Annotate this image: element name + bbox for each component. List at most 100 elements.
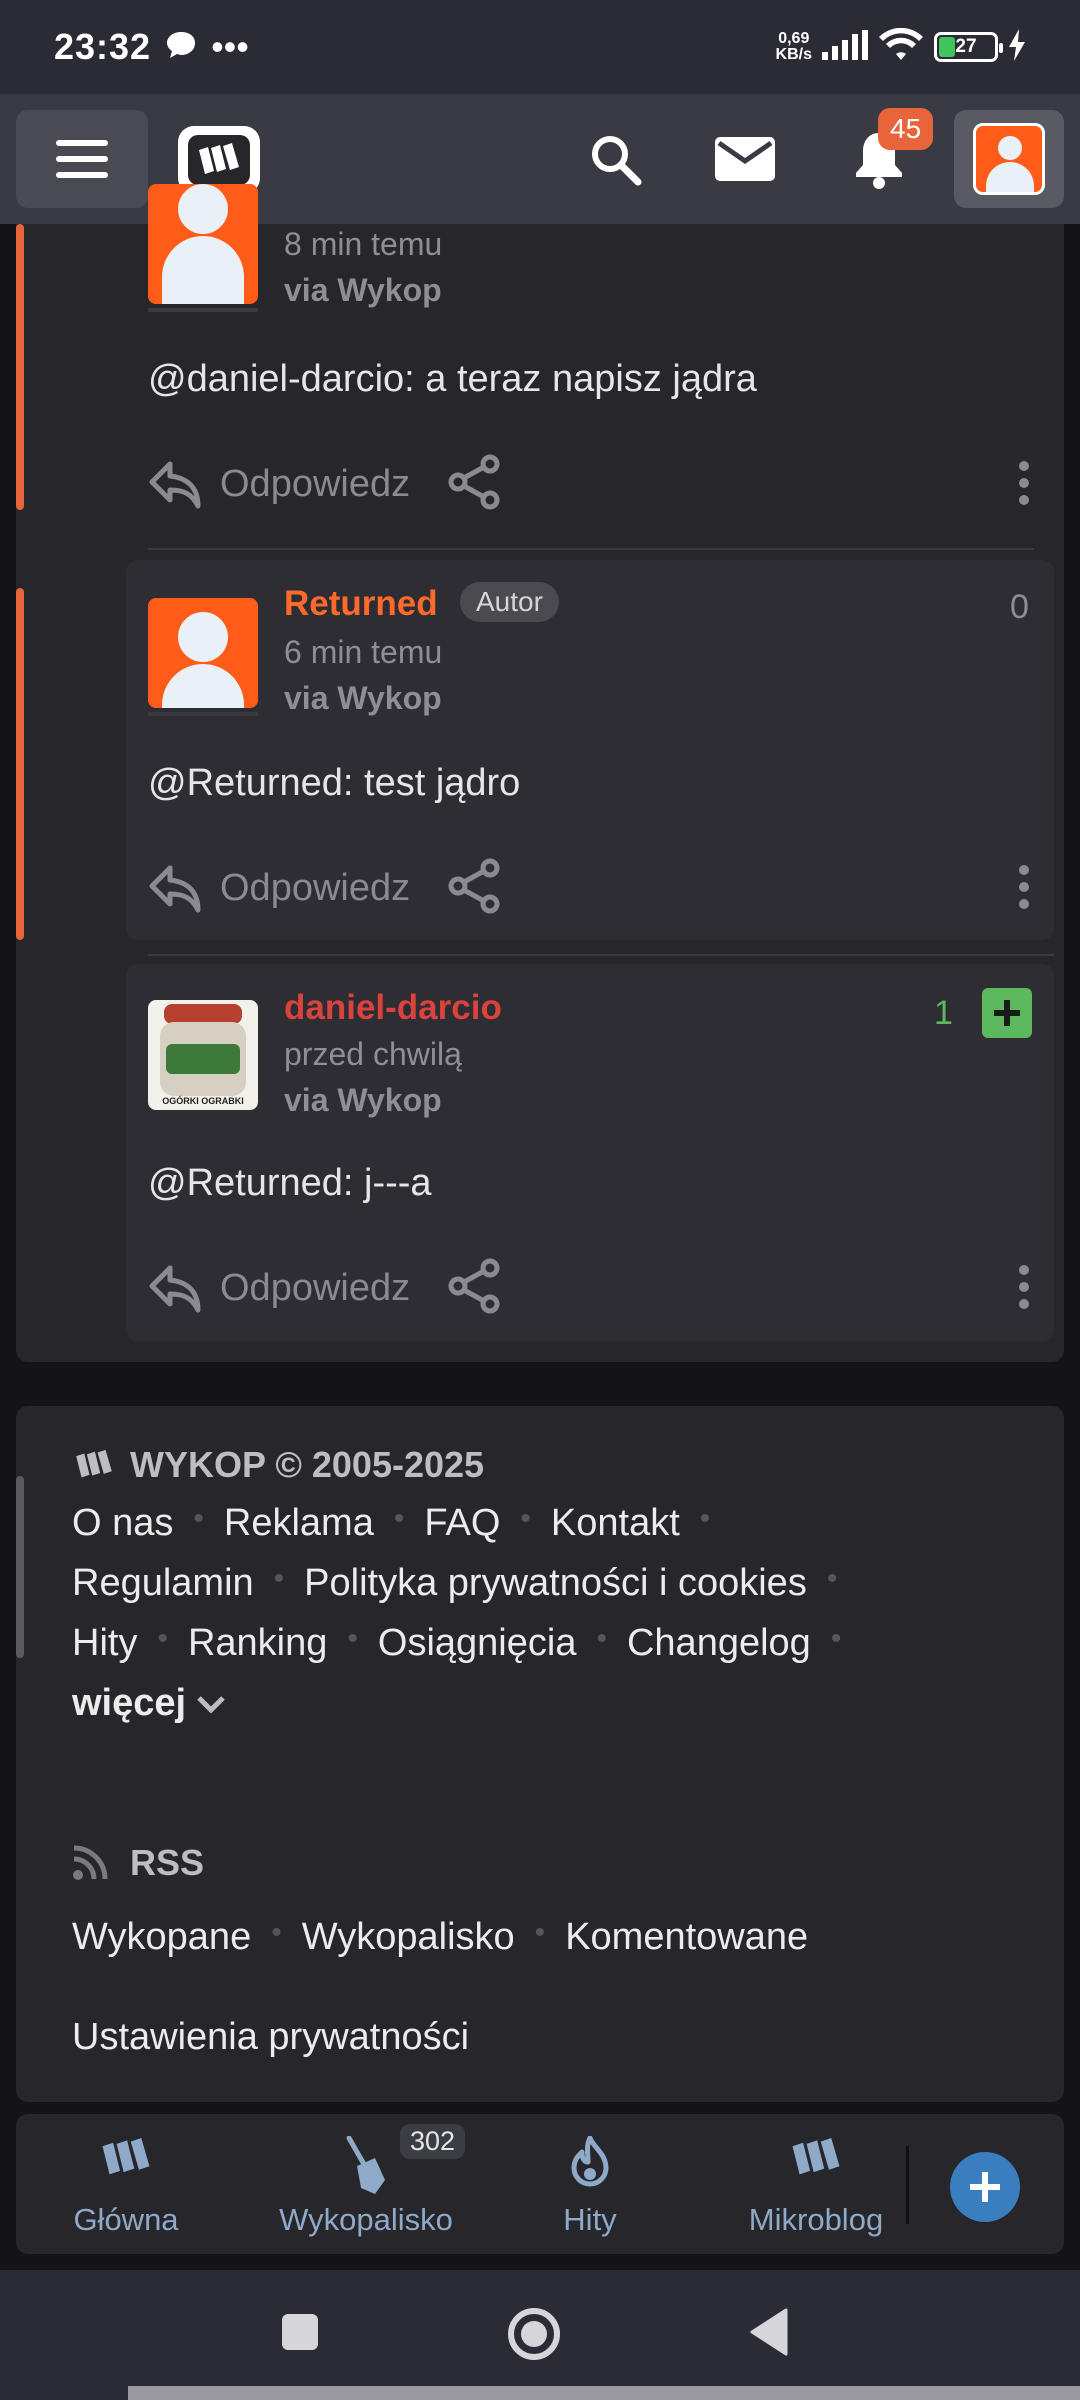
bottom-navigation: Główna 302 Wykopalisko Hity Mikroblog xyxy=(16,2114,1064,2254)
messages-button[interactable] xyxy=(708,122,782,196)
footer-link-hity[interactable]: Hity xyxy=(72,1622,137,1665)
share-icon xyxy=(448,454,500,510)
search-icon xyxy=(592,136,642,186)
more-options-icon[interactable] xyxy=(1018,460,1030,511)
reply-icon xyxy=(148,461,201,508)
wykop-logo-icon xyxy=(102,2138,150,2175)
chat-bubble-icon xyxy=(165,30,197,65)
rss-link-wykopalisko[interactable]: Wykopalisko xyxy=(302,1916,515,1959)
footer-link-ads[interactable]: Reklama xyxy=(224,1502,374,1545)
comment-text: @Returned: j---a xyxy=(148,1162,432,1204)
nav-item-wykopalisko[interactable]: 302 Wykopalisko xyxy=(256,2114,476,2254)
reply-button[interactable]: Odpowiedz xyxy=(148,864,410,914)
comment-time: przed chwilą xyxy=(284,1036,462,1072)
rss-icon xyxy=(73,1845,108,1880)
square-icon xyxy=(282,2314,318,2350)
charging-icon xyxy=(1008,28,1026,66)
footer-more-button[interactable]: więcej xyxy=(72,1682,226,1725)
comment-actions: Odpowiedz xyxy=(148,858,502,919)
upvote-button[interactable] xyxy=(982,988,1032,1038)
share-button[interactable] xyxy=(446,454,502,515)
footer-link-achievements[interactable]: Osiągnięcia xyxy=(378,1622,577,1665)
mikroblog-icon xyxy=(792,2138,840,2175)
author-badge: Autor xyxy=(460,582,559,622)
comment-source: via Wykop xyxy=(284,680,442,716)
rss-link-wykopane[interactable]: Wykopane xyxy=(72,1916,251,1959)
recents-button[interactable] xyxy=(280,2312,320,2357)
avatar[interactable] xyxy=(148,184,258,304)
comment-accent-bar xyxy=(16,224,24,510)
reply-icon xyxy=(149,865,201,912)
comment-source: via Wykop xyxy=(284,1082,442,1118)
comment-accent-bar xyxy=(16,588,24,940)
footer-link-about[interactable]: O nas xyxy=(72,1502,173,1545)
site-footer: WYKOP © 2005-2025 O nas • Reklama • FAQ • K… xyxy=(16,1406,1064,2102)
system-navigation-bar xyxy=(0,2270,1080,2400)
footer-link-privacy-policy[interactable]: Polityka prywatności i cookies xyxy=(304,1562,807,1605)
back-triangle-icon xyxy=(750,2308,788,2356)
nav-item-glowna[interactable]: Główna xyxy=(46,2114,206,2254)
reply-button[interactable]: Odpowiedz xyxy=(148,1264,410,1314)
notifications-count-badge: 45 xyxy=(878,108,934,150)
footer-link-contact[interactable]: Kontakt xyxy=(551,1502,680,1545)
thread-panel: 8 min temu via Wykop @daniel-darcio: a t… xyxy=(16,184,1064,1362)
wykopalisko-count-badge: 302 xyxy=(400,2124,466,2159)
search-button[interactable] xyxy=(578,122,652,196)
plus-icon xyxy=(970,2172,1000,2202)
footer-link-changelog[interactable]: Changelog xyxy=(627,1622,811,1665)
vote-count: 0 xyxy=(1010,588,1029,626)
avatar[interactable] xyxy=(148,598,258,708)
privacy-settings-link[interactable]: Ustawienia prywatności xyxy=(72,2016,469,2059)
comment-author[interactable]: daniel-darcio xyxy=(284,988,502,1028)
comment-time: 8 min temu xyxy=(284,226,443,262)
avatar[interactable]: OGÓRKI OGRABKI xyxy=(148,1000,258,1110)
nav-item-mikroblog[interactable]: Mikroblog xyxy=(716,2114,916,2254)
back-button[interactable] xyxy=(748,2308,790,2361)
gesture-bar xyxy=(128,2386,1080,2400)
wykop-logo-icon xyxy=(76,1449,112,1478)
hamburger-icon xyxy=(56,140,108,178)
add-button[interactable] xyxy=(950,2152,1020,2222)
comment-text: @Returned: test jądro xyxy=(148,762,521,804)
user-avatar xyxy=(973,123,1045,195)
vote-count: 1 xyxy=(934,994,953,1032)
circle-icon xyxy=(508,2308,560,2360)
share-icon xyxy=(448,858,500,914)
share-button[interactable] xyxy=(446,1258,502,1319)
comment-actions: Odpowiedz xyxy=(148,454,502,515)
footer-title: WYKOP © 2005-2025 xyxy=(72,1444,484,1486)
nav-item-hity[interactable]: Hity xyxy=(510,2114,670,2254)
share-button[interactable] xyxy=(446,858,502,919)
home-button[interactable] xyxy=(506,2306,562,2367)
wifi-icon xyxy=(878,27,924,67)
battery-indicator: 27 xyxy=(934,32,1003,62)
reply-button[interactable]: Odpowiedz xyxy=(148,460,410,510)
more-dots-icon: ••• xyxy=(211,26,249,67)
menu-button[interactable] xyxy=(16,110,148,208)
footer-link-ranking[interactable]: Ranking xyxy=(188,1622,327,1665)
reply-icon xyxy=(149,1265,201,1312)
status-bar: 23:32 ••• 0,69 KB/s 27 xyxy=(0,0,1080,94)
more-options-icon[interactable] xyxy=(1018,864,1030,915)
mail-icon xyxy=(715,137,775,181)
footer-link-faq[interactable]: FAQ xyxy=(424,1502,500,1545)
more-options-icon[interactable] xyxy=(1018,1264,1030,1315)
shovel-icon xyxy=(346,2136,385,2194)
plus-icon xyxy=(994,1000,1020,1026)
flame-icon xyxy=(571,2136,609,2187)
footer-links-row: O nas • Reklama • FAQ • Kontakt • xyxy=(72,1502,711,1545)
signal-icon xyxy=(822,29,868,65)
rss-link-komentowane[interactable]: Komentowane xyxy=(565,1916,808,1959)
footer-links-row: Regulamin • Polityka prywatności i cookie… xyxy=(72,1562,838,1605)
rss-links-row: Wykopane • Wykopalisko • Komentowane xyxy=(72,1916,809,1959)
footer-link-terms[interactable]: Regulamin xyxy=(72,1562,254,1605)
footer-links-row: Hity • Ranking • Osiągnięcia • Changelog • xyxy=(72,1622,842,1665)
share-icon xyxy=(448,1258,500,1314)
net-speed: 0,69 KB/s xyxy=(775,30,812,63)
comment-actions: Odpowiedz xyxy=(148,1258,502,1319)
comment-time: 6 min temu xyxy=(284,634,443,670)
comment-author[interactable]: Returned xyxy=(284,584,438,624)
user-avatar-button[interactable] xyxy=(954,110,1064,208)
clock: 23:32 xyxy=(54,26,152,67)
chevron-down-icon xyxy=(197,1695,225,1714)
